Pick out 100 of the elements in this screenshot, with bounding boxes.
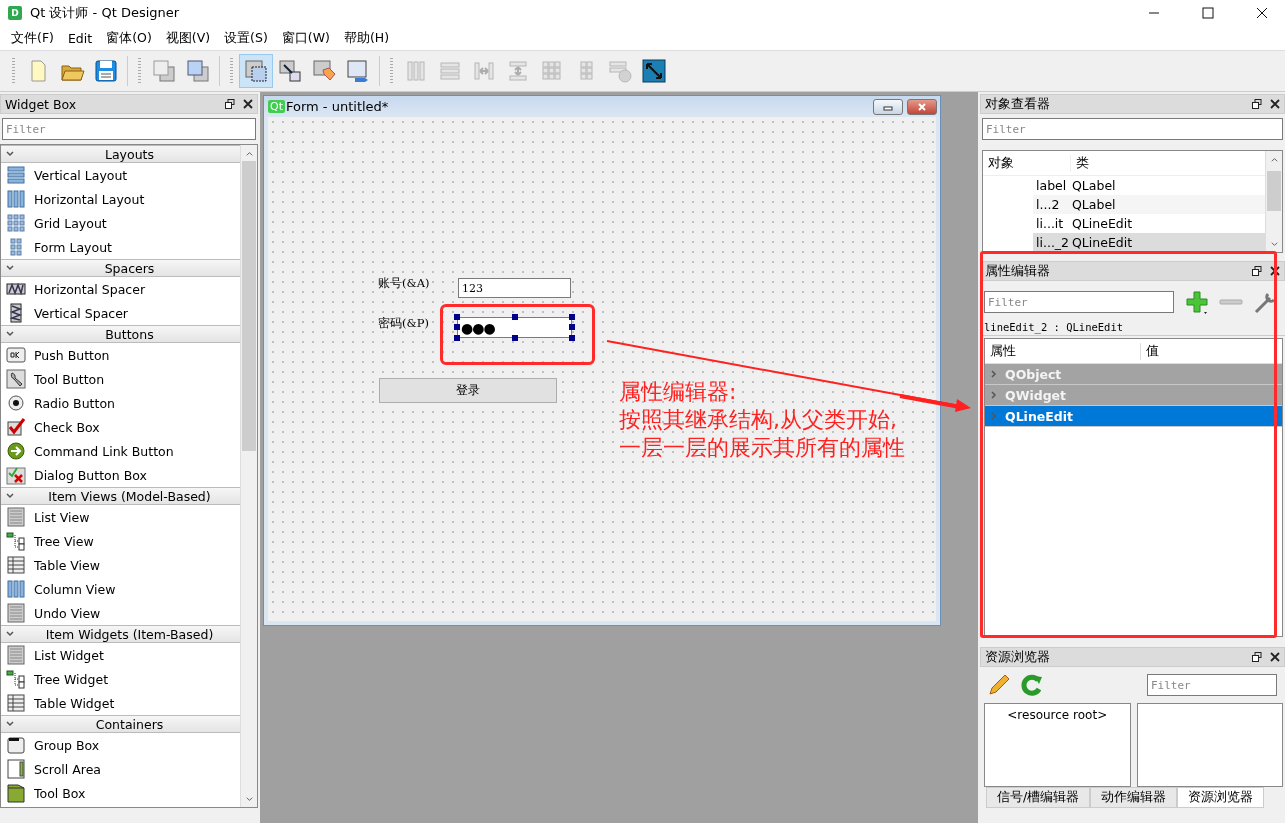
pencil-icon[interactable]: [986, 672, 1012, 698]
tree-icon: [6, 531, 26, 551]
menu-item[interactable]: 文件(F): [4, 29, 61, 47]
filter-field[interactable]: Filter: [982, 118, 1283, 140]
widget-item[interactable]: Scroll Area: [1, 757, 240, 781]
widget-item[interactable]: Group Box: [1, 733, 240, 757]
checkbox-icon: [6, 417, 26, 437]
tab[interactable]: 资源浏览器: [1177, 787, 1265, 808]
annotation-text: 属性编辑器:: [619, 378, 738, 406]
close-icon[interactable]: [1270, 266, 1280, 276]
category-title: Containers: [94, 716, 165, 732]
check-cross-icon: [6, 465, 26, 485]
menu-item[interactable]: 帮助(H): [336, 29, 397, 47]
category-header[interactable]: Spacers: [1, 259, 240, 277]
tab[interactable]: 信号/槽编辑器: [986, 787, 1091, 808]
category-header[interactable]: Containers: [1, 715, 240, 733]
resource-root-item[interactable]: <resource root>: [1007, 708, 1108, 722]
category-header[interactable]: Layouts: [1, 145, 240, 163]
widget-item[interactable]: Horizontal Spacer: [1, 277, 240, 301]
minimize-button[interactable]: [873, 98, 903, 115]
menu-item[interactable]: 窗体(O): [99, 29, 159, 47]
account-field[interactable]: 123: [458, 278, 571, 298]
float-icon[interactable]: [225, 99, 235, 109]
list-icon: [6, 603, 26, 623]
reload-icon[interactable]: [1018, 672, 1044, 698]
widget-item[interactable]: Push Button: [1, 343, 240, 367]
close-icon[interactable]: [1270, 652, 1280, 662]
toolbox-icon: [6, 783, 26, 803]
widget-item[interactable]: Table View: [1, 553, 240, 577]
arrow-circle-icon: [6, 441, 26, 461]
chevron-icon[interactable]: [5, 263, 15, 273]
menu-item[interactable]: 窗口(W): [274, 29, 337, 47]
widget-item[interactable]: Column View: [1, 577, 240, 601]
plus-icon[interactable]: [1184, 289, 1210, 315]
scrollbar[interactable]: [1265, 151, 1282, 252]
password-label: 密码(&P): [378, 316, 429, 331]
widget-item[interactable]: Dialog Button Box: [1, 463, 240, 487]
resource-tree[interactable]: <resource root>: [984, 703, 1131, 787]
widget-item[interactable]: Tool Box: [1, 781, 240, 805]
float-icon[interactable]: [1252, 266, 1262, 276]
list-icon: [6, 645, 26, 665]
table-icon: [6, 693, 26, 713]
widget-item[interactable]: Undo View: [1, 601, 240, 625]
annotation-text: 一层一层的展示其所有的属性: [619, 434, 905, 462]
object-row[interactable]: li...it QLineEdit: [1033, 214, 1265, 233]
category-header[interactable]: Item Widgets (Item-Based): [1, 625, 240, 643]
password-field[interactable]: ●●●: [457, 317, 572, 338]
column-header[interactable]: 值: [1141, 342, 1159, 360]
resource-list[interactable]: [1136, 703, 1283, 787]
widget-item[interactable]: Horizontal Layout: [1, 187, 240, 211]
chevron-icon[interactable]: [5, 329, 15, 339]
widget-item[interactable]: Form Layout: [1, 235, 240, 259]
menu-item[interactable]: 设置(S): [217, 29, 275, 47]
close-icon[interactable]: [243, 99, 253, 109]
widget-item[interactable]: Vertical Spacer: [1, 301, 240, 325]
resize-handle[interactable]: [512, 335, 518, 341]
widget-item[interactable]: Table Widget: [1, 691, 240, 715]
chevron-icon[interactable]: [5, 491, 15, 501]
float-icon[interactable]: [1252, 99, 1262, 109]
scrollbar[interactable]: [240, 145, 257, 807]
category-header[interactable]: Item Views (Model-Based): [1, 487, 240, 505]
filter-field[interactable]: Filter: [2, 118, 256, 140]
chevron-icon[interactable]: [5, 629, 15, 639]
widget-item[interactable]: Vertical Layout: [1, 163, 240, 187]
widget-item[interactable]: Tree Widget: [1, 667, 240, 691]
filter-field[interactable]: Filter: [1147, 674, 1277, 696]
property-group[interactable]: QLineEdit: [985, 406, 1282, 427]
chevron-icon[interactable]: [5, 149, 15, 159]
widget-item[interactable]: Check Box: [1, 415, 240, 439]
filter-field[interactable]: Filter: [984, 291, 1174, 313]
chevron-icon[interactable]: [989, 369, 999, 379]
close-button[interactable]: [907, 98, 937, 115]
widget-item[interactable]: Tool Button: [1, 367, 240, 391]
widget-select-button[interactable]: [239, 54, 273, 88]
widget-item[interactable]: Radio Button: [1, 391, 240, 415]
column-header[interactable]: 属性: [985, 342, 1141, 360]
login-button[interactable]: 登录: [379, 378, 557, 403]
object-row[interactable]: l...2 QLabel: [1033, 195, 1265, 214]
resize-handle[interactable]: [512, 314, 518, 320]
chevron-icon[interactable]: [989, 390, 999, 400]
widget-item[interactable]: Tree View: [1, 529, 240, 553]
float-icon[interactable]: [1252, 652, 1262, 662]
close-icon[interactable]: [1270, 99, 1280, 109]
category-header[interactable]: Buttons: [1, 325, 240, 343]
column-header[interactable]: 类: [1071, 154, 1089, 172]
ok-key-icon: [6, 345, 26, 365]
widget-item[interactable]: Command Link Button: [1, 439, 240, 463]
object-row[interactable]: label QLabel: [1033, 176, 1265, 195]
widget-item[interactable]: Grid Layout: [1, 211, 240, 235]
menu-item[interactable]: 视图(V): [158, 29, 218, 47]
chevron-icon[interactable]: [5, 719, 15, 729]
qt-logo: Qt: [268, 100, 285, 113]
dock-title: 资源浏览器: [985, 648, 1051, 666]
widget-item[interactable]: List View: [1, 505, 240, 529]
column-header[interactable]: 对象: [983, 154, 1071, 172]
widget-item[interactable]: List Widget: [1, 643, 240, 667]
tab[interactable]: 动作编辑器: [1090, 787, 1178, 808]
dock-title: 对象查看器: [985, 95, 1051, 113]
close-icon: [917, 102, 927, 111]
menu-item[interactable]: Edit: [60, 30, 100, 46]
